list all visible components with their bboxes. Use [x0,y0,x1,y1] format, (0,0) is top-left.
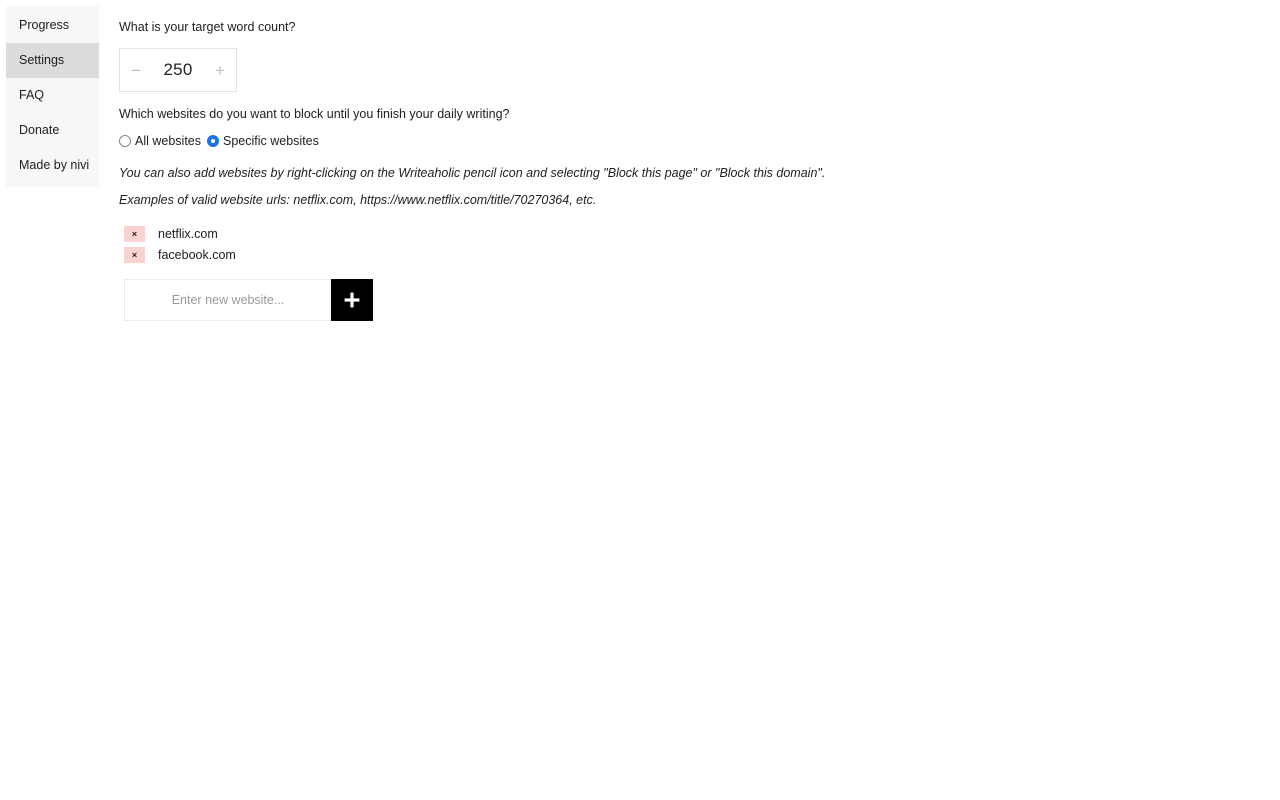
new-website-input[interactable] [124,279,331,321]
sidebar-item-label: FAQ [19,88,45,102]
block-websites-question: Which websites do you want to block unti… [119,107,510,121]
add-website-button[interactable] [331,279,373,321]
remove-website-button[interactable]: × [124,246,145,263]
sidebar-item-label: Settings [19,53,65,67]
radio-option-all-websites[interactable]: All websites [119,134,201,148]
hint-right-click: You can also add websites by right-click… [119,166,826,180]
radio-circle-selected-icon [207,135,219,147]
word-count-stepper[interactable]: − 250 + [119,48,237,92]
sidebar: Progress Settings FAQ Donate Made by niv… [6,6,99,187]
blocked-websites-list: × netflix.com × facebook.com [124,223,236,265]
block-scope-radio-group: All websites Specific websites [119,134,319,148]
settings-panel: What is your target word count? − 250 + … [119,0,1280,800]
list-item: × netflix.com [124,223,236,244]
word-count-value: 250 [163,60,193,79]
sidebar-item-label: Donate [19,123,60,137]
radio-label-all-websites: All websites [135,134,201,148]
sidebar-item-settings[interactable]: Settings [6,43,99,78]
remove-website-button[interactable]: × [124,225,145,242]
hint-valid-urls: Examples of valid website urls: netflix.… [119,193,597,207]
sidebar-item-label: Made by nivi [19,158,90,172]
sidebar-item-made-by-nivi[interactable]: Made by nivi [6,148,99,183]
sidebar-item-donate[interactable]: Donate [6,113,99,148]
word-count-decrement-button[interactable]: − [131,62,141,79]
radio-label-specific-websites: Specific websites [223,134,319,148]
list-item: × facebook.com [124,244,236,265]
radio-option-specific-websites[interactable]: Specific websites [207,134,319,148]
sidebar-item-faq[interactable]: FAQ [6,78,99,113]
add-website-row [124,279,373,321]
blocked-website-name: netflix.com [158,226,218,241]
word-count-increment-button[interactable]: + [215,62,225,79]
radio-circle-icon [119,135,131,147]
sidebar-item-label: Progress [19,18,70,32]
plus-icon [342,290,362,310]
sidebar-item-progress[interactable]: Progress [6,8,99,43]
blocked-website-name: facebook.com [158,247,236,262]
word-count-question: What is your target word count? [119,20,296,34]
